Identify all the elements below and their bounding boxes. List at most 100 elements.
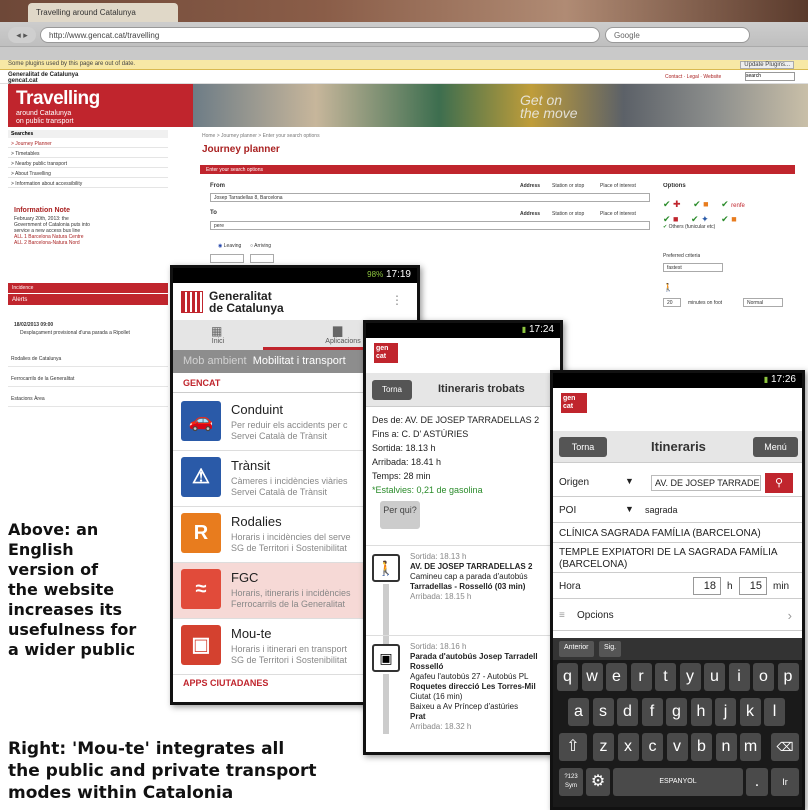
key-z[interactable]: z bbox=[593, 733, 614, 761]
space-key[interactable]: ESPANYOL bbox=[613, 768, 743, 796]
from-station-option[interactable]: Station or stop bbox=[552, 183, 584, 189]
key-b[interactable]: b bbox=[691, 733, 712, 761]
back-button[interactable]: Torna bbox=[372, 380, 412, 400]
update-plugins-button[interactable]: Update Plugins... bbox=[740, 61, 794, 69]
sidebar-item-timetables[interactable]: > Timetables bbox=[8, 150, 168, 158]
key-l[interactable]: l bbox=[764, 698, 785, 726]
sidebar-link-fgc[interactable]: Ferrocarrils de la Generalitat bbox=[8, 375, 168, 387]
poi-input[interactable]: sagrada bbox=[645, 505, 678, 515]
key-i[interactable]: i bbox=[728, 663, 750, 691]
location-pin-icon[interactable]: ⚲ bbox=[765, 473, 793, 493]
note-text: February 20th, 2013: the Government of C… bbox=[14, 216, 90, 234]
key-d[interactable]: d bbox=[617, 698, 638, 726]
key-a[interactable]: a bbox=[568, 698, 589, 726]
key-w[interactable]: w bbox=[581, 663, 603, 691]
transport-options[interactable]: ✔ ✚ ✔ ■ ✔ renfe ✔ ■ ✔ ✦ ✔ ■ bbox=[663, 198, 745, 226]
next-field-button[interactable]: Sig. bbox=[599, 641, 622, 657]
key-h[interactable]: h bbox=[690, 698, 712, 726]
key-c[interactable]: c bbox=[642, 733, 663, 761]
origin-input[interactable]: AV. DE JOSEP TARRADELLAS 2 bbox=[651, 475, 761, 491]
key-k[interactable]: k bbox=[739, 698, 761, 726]
key-r[interactable]: r bbox=[630, 663, 652, 691]
origin-label: Origen bbox=[559, 477, 590, 488]
browser-tab[interactable]: Travelling around Catalunya bbox=[28, 3, 178, 22]
chevron-right-icon: › bbox=[787, 608, 792, 623]
sidebar-item-accessibility[interactable]: > Information about accessibility bbox=[8, 180, 168, 188]
sidebar-link-rodalies[interactable]: Rodalies de Catalunya bbox=[8, 355, 168, 367]
slogan-line-2: the move bbox=[520, 105, 578, 121]
per-qui-button[interactable]: Per qui? bbox=[380, 501, 420, 529]
caption-right: Right: 'Mou-te' integrates all the publi… bbox=[8, 738, 317, 804]
key-j[interactable]: j bbox=[715, 698, 736, 726]
settings-icon[interactable]: ⚙ bbox=[586, 768, 610, 796]
to-poi-option[interactable]: Place of interest bbox=[600, 211, 636, 217]
caption-left-line: version of bbox=[8, 560, 99, 579]
go-key[interactable]: Ir bbox=[771, 768, 799, 796]
arriving-radio[interactable]: ○ Arriving bbox=[250, 243, 271, 249]
from-input[interactable]: Josep Tarradellas 8, Barcelona bbox=[210, 193, 650, 202]
menu-button[interactable]: Menú bbox=[753, 437, 798, 457]
key-o[interactable]: o bbox=[753, 663, 774, 691]
breadcrumb[interactable]: Home > Journey planner > Enter your sear… bbox=[202, 133, 320, 139]
alerts-tab[interactable]: Alerts bbox=[8, 293, 168, 305]
leaving-radio[interactable]: ◉ Leaving bbox=[218, 243, 241, 249]
keyboard-suggestion-bar: Anterior Sig. bbox=[553, 638, 802, 660]
others-option[interactable]: ✔ Others (funicular etc) bbox=[663, 224, 715, 230]
to-address-option[interactable]: Address bbox=[520, 211, 540, 217]
key-t[interactable]: t bbox=[655, 663, 676, 691]
poi-dropdown-icon[interactable]: ▼ bbox=[625, 504, 634, 514]
back-button[interactable]: Torna bbox=[559, 437, 607, 457]
step-bus[interactable]: ▣ Sortida: 18.16 h Parada d'autobús Jose… bbox=[366, 635, 560, 740]
hour-input[interactable]: 18 bbox=[693, 577, 721, 595]
key-e[interactable]: e bbox=[606, 663, 627, 691]
walk-minutes-select[interactable]: 20 bbox=[663, 298, 681, 307]
note-link-2[interactable]: ALL 2 Barcelona-Natura Nord bbox=[14, 240, 94, 246]
gencat-logo: gen cat bbox=[561, 393, 587, 413]
key-f[interactable]: f bbox=[641, 698, 663, 726]
caption-left-line: Above: an bbox=[8, 520, 99, 539]
key-g[interactable]: g bbox=[666, 698, 687, 726]
suggestion-clinica[interactable]: CLÍNICA SAGRADA FAMÍLIA (BARCELONA) bbox=[553, 525, 802, 543]
origin-dropdown-icon[interactable]: ▼ bbox=[625, 476, 634, 486]
time-select[interactable] bbox=[250, 254, 274, 263]
back-forward-button[interactable]: ◂ ▸ bbox=[8, 27, 36, 43]
sidebar-item-nearby[interactable]: > Nearby public transport bbox=[8, 160, 168, 168]
key-u[interactable]: u bbox=[704, 663, 725, 691]
sidebar-item-about[interactable]: > About Travelling bbox=[8, 170, 168, 178]
backspace-key[interactable]: ⌫ bbox=[771, 733, 799, 761]
date-select[interactable] bbox=[210, 254, 244, 263]
to-input[interactable]: pere bbox=[210, 221, 650, 230]
key-v[interactable]: v bbox=[666, 733, 688, 761]
pace-select[interactable]: Normal bbox=[743, 298, 783, 307]
symbols-key[interactable]: ?123 Sym bbox=[559, 768, 583, 796]
bus-option-row[interactable]: ✔ ✚ ✔ ■ ✔ renfe bbox=[663, 198, 745, 213]
period-key[interactable]: . bbox=[746, 768, 768, 796]
site-search-input[interactable]: search bbox=[745, 72, 795, 81]
key-m[interactable]: m bbox=[740, 733, 761, 761]
shift-key[interactable]: ⇧ bbox=[559, 733, 587, 761]
address-bar[interactable]: http://www.gencat.cat/travelling bbox=[40, 27, 600, 43]
menu-icon[interactable]: ⋮ bbox=[391, 293, 403, 307]
sidebar-link-area[interactable]: Estacions Àrea bbox=[8, 395, 168, 407]
key-n[interactable]: n bbox=[715, 733, 737, 761]
browser-search-input[interactable]: Google bbox=[605, 27, 750, 43]
nav-bar: Torna Itineraris Menú bbox=[553, 431, 802, 463]
options-row[interactable]: ≡ Opcions › bbox=[553, 601, 802, 631]
site-logo[interactable]: Generalitat de Catalunya gencat.cat bbox=[8, 72, 78, 84]
key-q[interactable]: q bbox=[557, 663, 578, 691]
to-station-option[interactable]: Station or stop bbox=[552, 211, 584, 217]
suggestion-temple[interactable]: TEMPLE EXPIATORI DE LA SAGRADA FAMÍLIA (B… bbox=[553, 545, 802, 573]
previous-field-button[interactable]: Anterior bbox=[559, 641, 594, 657]
key-y[interactable]: y bbox=[679, 663, 701, 691]
alert-text[interactable]: Desplaçament provisional d'una parada a … bbox=[20, 330, 130, 336]
from-poi-option[interactable]: Place of interest bbox=[600, 183, 636, 189]
key-x[interactable]: x bbox=[617, 733, 639, 761]
key-s[interactable]: s bbox=[592, 698, 614, 726]
from-address-option[interactable]: Address bbox=[520, 183, 540, 189]
preferred-select[interactable]: fastest bbox=[663, 263, 723, 272]
sidebar-item-journey-planner[interactable]: > Journey Planner bbox=[8, 140, 168, 148]
minute-input[interactable]: 15 bbox=[739, 577, 767, 595]
header-links[interactable]: Contact · Legal · Website bbox=[665, 74, 721, 80]
caption-left-line: a wider public bbox=[8, 640, 136, 659]
key-p[interactable]: p bbox=[777, 663, 799, 691]
